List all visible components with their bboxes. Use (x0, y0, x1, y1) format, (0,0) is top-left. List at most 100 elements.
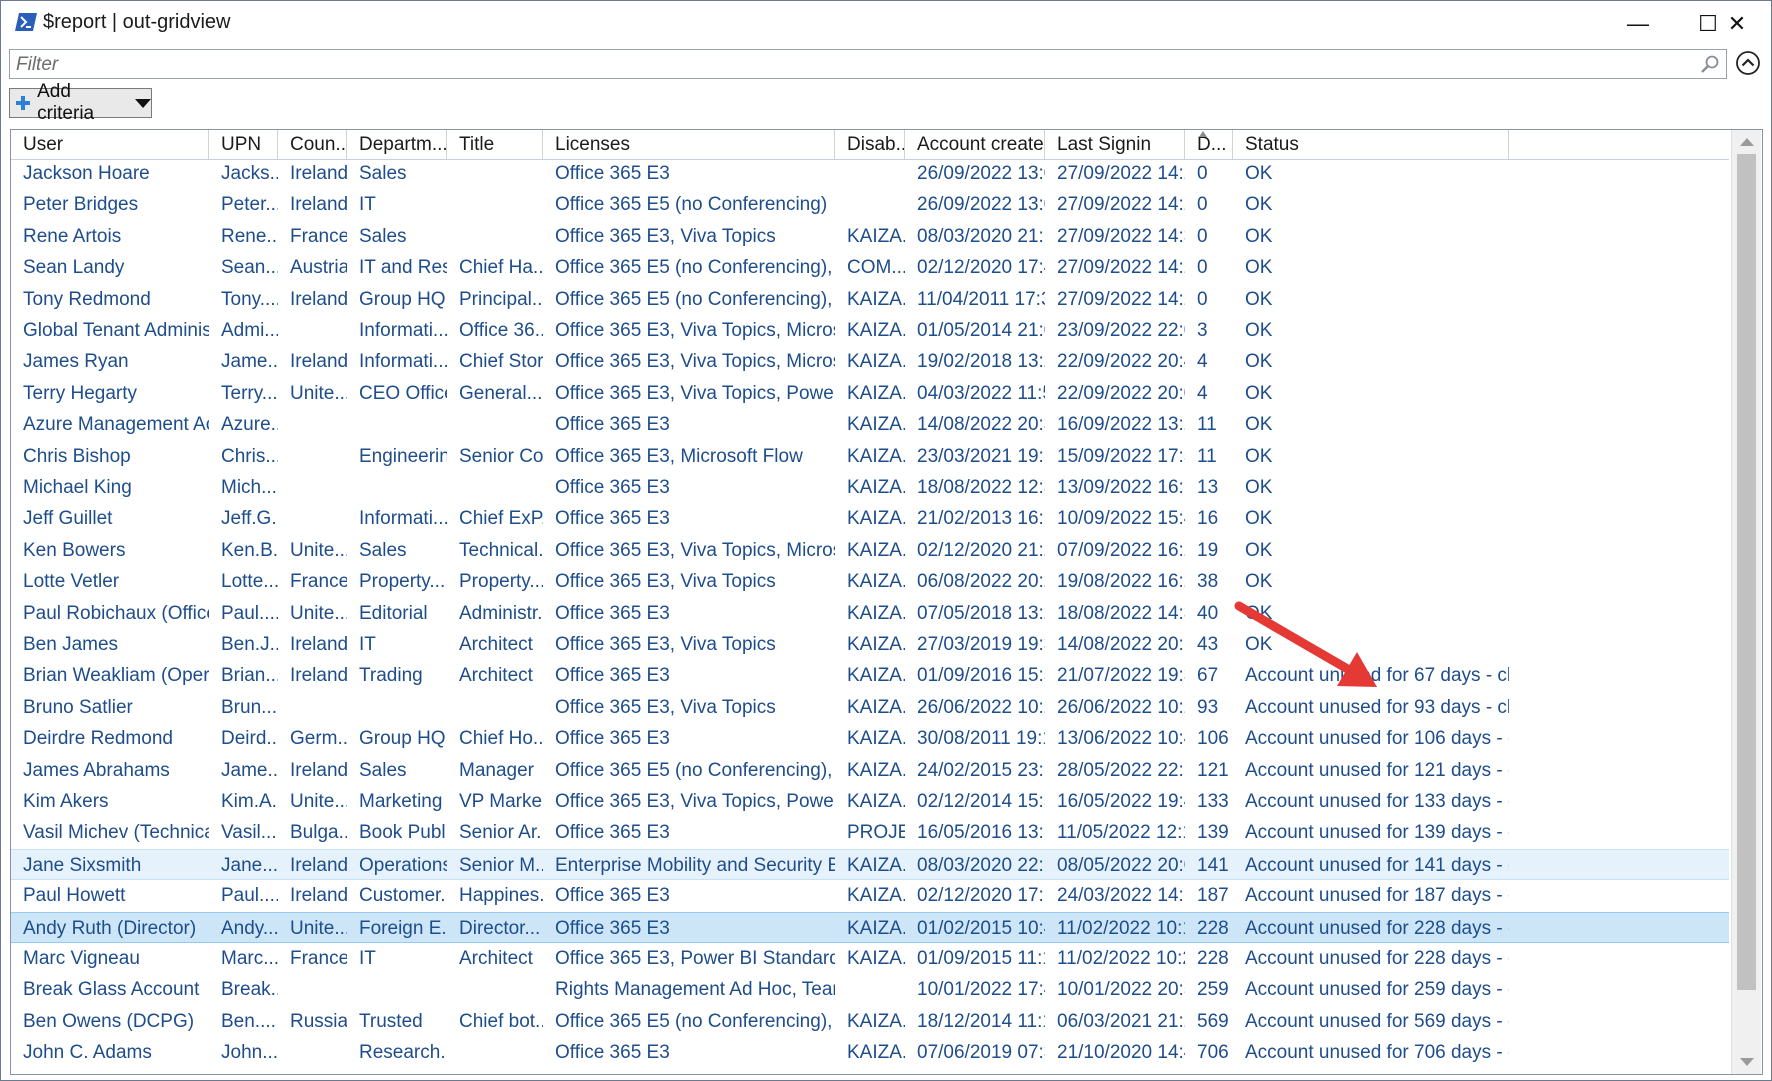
cell-account-created: 16/05/2016 13:16 (917, 822, 1045, 844)
cell-licenses: Office 365 E3 (555, 665, 670, 687)
table-row[interactable]: Ben James Ben.J... Ireland IT Architect Offic… (11, 629, 1729, 660)
cell-status: Account unused for 121 days - check! (1245, 759, 1509, 781)
table-row[interactable]: James Ryan Jame.... Ireland Informati... Chi… (11, 346, 1729, 377)
table-row[interactable]: Global Tenant Administ... Admi... Informat… (11, 315, 1729, 346)
collapse-criteria-icon[interactable] (1735, 50, 1761, 76)
table-row[interactable]: John C. Adams John.... Research... Office 3… (11, 1037, 1729, 1068)
table-row[interactable]: Ken Bowers Ken.B... Unite.... Sales Technica… (11, 535, 1729, 566)
cell-country: Germ... (290, 728, 347, 750)
cell-days: 16 (1197, 508, 1219, 530)
cell-department: Editorial (359, 602, 428, 624)
gridview-window: $report | out-gridview — ☐ ✕ Add criteri… (0, 0, 1772, 1081)
column-header-title[interactable]: Title (447, 130, 543, 159)
table-row[interactable]: Andy Ruth (Director) Andy.... Unite.... For… (11, 911, 1729, 943)
table-row[interactable]: Break Glass Account Break... Rights Manage… (11, 974, 1729, 1005)
cell-last-signin: 27/09/2022 14:30 (1057, 225, 1185, 247)
add-criteria-button[interactable]: Add criteria (9, 81, 152, 124)
cell-title: Administr... (459, 602, 543, 624)
table-row[interactable]: Vasil Michev (Technical... Vasil.... Bulga… (11, 817, 1729, 848)
cell-title (447, 189, 543, 220)
table-row[interactable]: James Abrahams Jame.... Ireland Sales Manage… (11, 755, 1729, 786)
cell-upn: Sean.... (221, 257, 278, 279)
cell-user: Lotte Vetler (23, 571, 120, 593)
table-row[interactable]: Terry Hegarty Terry.... Unite.... CEO Offic… (11, 378, 1729, 409)
table-row[interactable]: Jane Sixsmith Jane.... Ireland Operations Se… (11, 848, 1729, 880)
table-row[interactable]: Paul Robichaux (Office... Paul.... Unite..… (11, 598, 1729, 629)
cell-days: 43 (1197, 634, 1219, 655)
vertical-scrollbar[interactable] (1731, 130, 1761, 1074)
scroll-up-icon[interactable] (1740, 138, 1754, 146)
cell-country (278, 315, 347, 346)
table-row[interactable]: Deirdre Redmond Deird... Germ... Group HQ Ch… (11, 723, 1729, 754)
cell-licenses: Office 365 E5 (no Conferencing), Viva... (555, 1010, 835, 1032)
cell-user: Sean Landy (23, 257, 125, 279)
cell-title (447, 409, 543, 440)
column-header-department[interactable]: Departm... (347, 130, 447, 159)
cell-country: France (290, 571, 347, 593)
table-row[interactable]: Peter Bridges Peter.... Ireland IT Office 36… (11, 189, 1729, 220)
column-header-account-created[interactable]: Account created (905, 130, 1045, 159)
table-row[interactable]: Michael King Mich... Office 365 E3 KAIZA...… (11, 472, 1729, 503)
column-header-last-signin[interactable]: Last Signin (1045, 130, 1185, 159)
column-header-country[interactable]: Coun... (278, 130, 347, 159)
cell-title: Chief bot... (459, 1010, 543, 1032)
column-header-licenses[interactable]: Licenses (543, 130, 835, 159)
search-icon[interactable] (1700, 54, 1720, 74)
sort-ascending-icon (1199, 131, 1207, 137)
table-row[interactable]: Jeff Guillet Jeff.G... Informati... Chief E… (11, 503, 1729, 534)
cell-disabled: KAIZA... (847, 696, 905, 718)
cell-country (278, 974, 347, 1005)
cell-user: James Ryan (23, 351, 129, 373)
table-row[interactable]: Bruno Satlier Brun... Office 365 E3, Viva … (11, 692, 1729, 723)
column-header-user[interactable]: User (11, 130, 209, 159)
cell-disabled: KAIZA... (847, 320, 905, 341)
cell-disabled: KAIZA... (847, 665, 905, 687)
cell-disabled: KAIZA... (847, 759, 905, 781)
cell-user: Azure Management Acc... (23, 414, 209, 436)
table-row[interactable]: Brian Weakliam (Operat... Brian.... Irelan… (11, 660, 1729, 691)
table-row[interactable]: Tony Redmond Tony.... Ireland Group HQ Princ… (11, 284, 1729, 315)
cell-status: Account unused for 141 days - check! (1245, 854, 1509, 876)
table-row[interactable]: Rene Artois Rene.... France Sales Office 365… (11, 221, 1729, 252)
close-button[interactable]: ✕ (1701, 1, 1771, 47)
minimize-button[interactable]: — (1603, 1, 1673, 47)
table-row[interactable]: Sean Landy Sean.... Austria IT and Res... Ch… (11, 252, 1729, 283)
column-header-upn[interactable]: UPN (209, 130, 278, 159)
table-row[interactable]: Jackson Hoare Jacks... Ireland Sales Office … (11, 158, 1729, 189)
cell-title: Technical... (459, 539, 543, 561)
cell-last-signin: 22/09/2022 20:42 (1057, 351, 1185, 373)
cell-days: 0 (1197, 288, 1208, 310)
cell-title: Chief Stor... (459, 351, 543, 373)
table-row[interactable]: Lotte Vetler Lotte.... France Property... Pr… (11, 566, 1729, 597)
cell-days: 259 (1197, 979, 1229, 1001)
table-row[interactable]: Marc Vigneau Marc.... France IT Architect Off… (11, 943, 1729, 974)
table-row[interactable]: Chris Bishop Chris.... Engineering Senior C… (11, 441, 1729, 472)
cell-status: OK (1245, 257, 1273, 279)
table-row[interactable]: Azure Management Acc... Azure.... Office 3… (11, 409, 1729, 440)
cell-title: Principal... (459, 288, 543, 310)
filter-input[interactable] (14, 50, 1678, 80)
cell-days: 133 (1197, 791, 1229, 812)
scroll-down-icon[interactable] (1740, 1058, 1754, 1066)
cell-user: Peter Bridges (23, 194, 139, 216)
powershell-icon (15, 13, 37, 31)
column-header-disabled[interactable]: Disab... (835, 130, 905, 159)
cell-days: 93 (1197, 696, 1219, 718)
cell-user: Paul Howett (23, 885, 126, 907)
table-row[interactable]: Kim Akers Kim.A... Unite.... Marketing VP Ma… (11, 786, 1729, 817)
cell-title: General... (459, 382, 543, 404)
cell-days: 0 (1197, 225, 1208, 247)
title-bar[interactable]: $report | out-gridview — ☐ ✕ (1, 1, 1771, 47)
scrollbar-thumb[interactable] (1737, 154, 1756, 990)
column-header-status[interactable]: Status (1233, 130, 1509, 159)
cell-last-signin: 24/03/2022 14:16 (1057, 885, 1185, 907)
cell-upn: Peter.... (221, 194, 278, 216)
cell-status: Account unused for 187 days - check! (1245, 885, 1509, 907)
table-row[interactable]: Paul Howett Paul.... Ireland Customer... Hap… (11, 880, 1729, 911)
table-row[interactable]: Ben Owens (DCPG) Ben.... Russia Trusted Chie… (11, 1006, 1729, 1037)
cell-title: Happines... (459, 885, 543, 907)
column-header-days[interactable]: D... (1185, 130, 1233, 159)
cell-status: OK (1245, 163, 1273, 184)
cell-licenses: Office 365 E3 (555, 477, 670, 498)
cell-account-created: 01/02/2015 10:43 (917, 917, 1045, 939)
